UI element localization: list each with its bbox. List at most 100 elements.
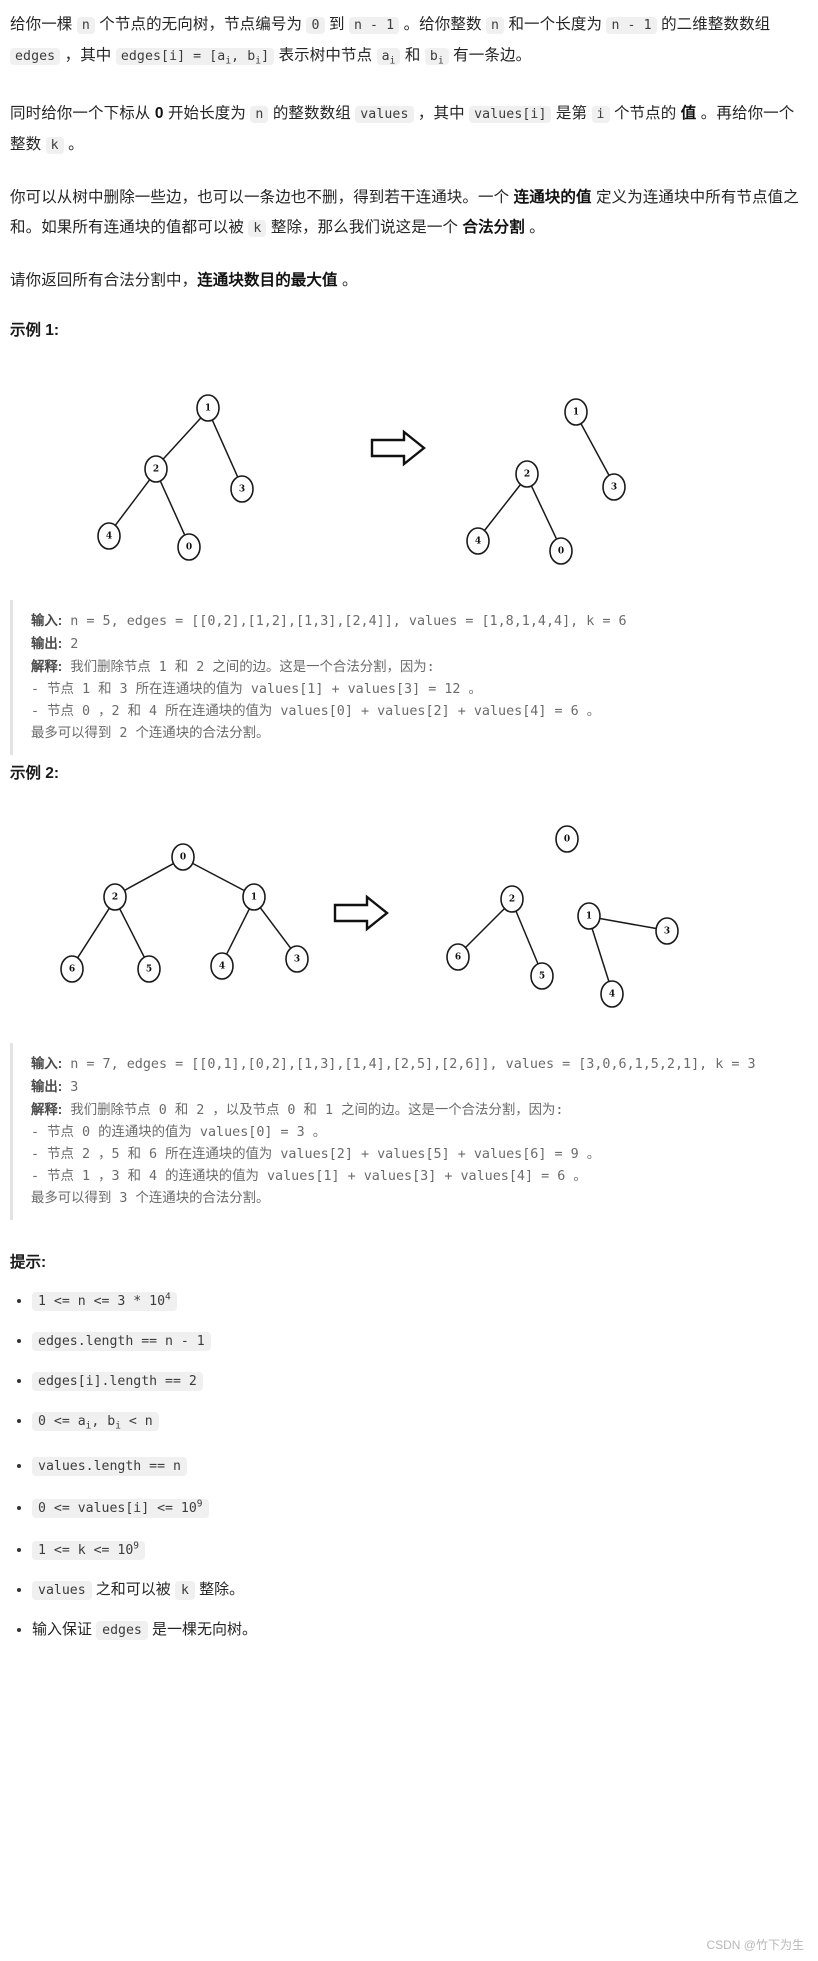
right-arrow-icon [370,429,426,467]
example-figure: 1 2 3 4 0 1 3 2 4 0 [10,354,802,584]
tree-node-label: 3 [611,482,617,492]
tree-edge [515,910,539,964]
example-explanation-line-value: - 节点 1 和 3 所在连通块的值为 values[1] + values[3… [31,681,482,697]
example-explanation-value: 我们删除节点 1 和 2 之间的边。这是一个合法分割，因为: [62,659,435,675]
text-run: 表示树中节点 [274,47,377,64]
inline-code: values[i] [469,105,552,123]
inline-code: edges[i] = [ai, bi] [115,48,275,67]
inline-code: edges [10,48,61,65]
problem-page: 给你一棵 n 个节点的无向树，节点编号为 0 到 n - 1 。给你整数 n 和… [0,0,818,1667]
inline-code: edges[i].length == 2 [32,1372,203,1392]
tree-after: 0 2 6 5 1 3 4 [446,824,679,1008]
tree-node-label: 1 [586,911,592,921]
hint-item: values 之和可以被 k 整除。 [32,1577,802,1603]
text-run: 输入保证 [32,1621,97,1639]
tree-node-label: 2 [153,464,159,474]
example-explanation-line: 最多可以得到 2 个连通块的合法分割。 [31,723,802,745]
example-title: 示例 2: [10,764,60,782]
tree-node-label: 2 [509,894,515,904]
tree-edge [162,417,202,460]
emphasis-text: 连通块的值 [513,188,592,206]
example-explanation-line: - 节点 2 ，5 和 6 所在连通块的值为 values[2] + value… [31,1144,802,1166]
example-output: 输出: 3 [31,1076,802,1099]
tree-node-label: 4 [106,531,112,541]
inline-code: values [355,105,414,123]
example-explanation-line-value: - 节点 0 的连通块的值为 values[0] = 3 。 [31,1124,327,1140]
problem-description: 给你一棵 n 个节点的无向树，节点编号为 0 到 n - 1 。给你整数 n 和… [10,10,802,296]
example-explanation-label: 解释: [31,658,63,674]
example-input-value: n = 7, edges = [[0,1],[0,2],[1,3],[1,4],… [62,1056,756,1072]
hints-title: 提示: [10,1253,47,1271]
example-title: 示例 1: [10,321,60,339]
tree-edge [159,480,186,535]
description-paragraph: 请你返回所有合法分割中，连通块数目的最大值 。 [10,266,802,296]
text-run: 你可以从树中删除一些边，也可以一条边也不删，得到若干连通块。一个 [10,188,514,206]
tree-edge [114,478,151,526]
emphasis-text: 合法分割 [462,218,525,236]
tree-edge [259,906,292,949]
text-run: 个节点的 [609,104,681,122]
tree-node-label: 3 [239,484,245,494]
text-run: 有一条边。 [448,47,532,64]
tree-before: 0 2 1 6 5 4 3 [60,842,309,983]
tree-diagram: 1 2 3 4 0 1 3 2 4 0 [97,393,626,565]
inline-code: edges.length == n - 1 [32,1332,211,1352]
text-run: 是一棵无向树。 [147,1621,258,1639]
transform-arrow [333,894,389,932]
tree-node-label: 0 [186,542,192,552]
tree-node-label: 6 [455,952,461,962]
emphasis-text: 连通块数目的最大值 [197,271,338,289]
hints-list: 1 <= n <= 3 * 104 edges.length == n - 1 ed… [10,1286,802,1644]
inline-code: i [591,105,610,123]
hint-item: 输入保证 edges 是一棵无向树。 [32,1617,802,1643]
inline-code: n [76,17,95,34]
inline-code: 1 <= k <= 109 [32,1541,146,1561]
exponent: 9 [133,1541,140,1553]
example-explanation-line: - 节点 0 的连通块的值为 values[0] = 3 。 [31,1122,802,1144]
inline-code: k [45,136,64,154]
example-explanation-line: - 节点 1 和 3 所在连通块的值为 values[1] + values[3… [31,679,802,701]
tree-after: 1 3 2 4 0 [466,397,626,565]
text-run: 整除，那么我们说这是一个 [266,218,463,236]
text-run: ，其中 [413,104,470,122]
inline-code: edges [96,1621,148,1641]
tree-node-label: 1 [573,407,579,417]
tree-node-label: 0 [558,546,564,556]
exponent: 9 [196,1498,203,1510]
inline-code: bi [424,48,449,67]
text-run: 的整数数组 [268,104,356,122]
inline-code: values [32,1581,92,1601]
tree-diagram: 0 2 1 6 5 4 3 0 2 6 5 1 3 4 [60,824,679,1008]
tree-edge [530,485,558,540]
example-input-value: n = 5, edges = [[0,2],[1,2],[1,3],[2,4]]… [62,613,627,629]
example-explanation-line: - 节点 1 ，3 和 4 的连通块的值为 values[1] + values… [31,1166,802,1188]
hint-item: 1 <= n <= 3 * 104 [32,1286,802,1314]
text-run: 和 [400,47,425,64]
examples-root: 示例 1: 1 2 3 4 0 1 3 2 4 0 输入: n = 5, edges = [[0,2]… [10,318,802,1220]
example-explanation-value: 我们删除节点 0 和 2 ，以及节点 0 和 1 之间的边。这是一个合法分割，因… [62,1102,564,1118]
example-explanation: 解释: 我们删除节点 1 和 2 之间的边。这是一个合法分割，因为: [31,656,802,679]
exponent: 4 [165,1291,171,1303]
text-run: 到 [324,16,349,33]
example-input: 输入: n = 5, edges = [[0,2],[1,2],[1,3],[2… [31,610,802,633]
text-run: ，其中 [60,47,116,64]
example-explanation-line-value: - 节点 2 ，5 和 6 所在连通块的值为 values[2] + value… [31,1146,601,1162]
tree-edge [119,908,145,958]
example-output: 输出: 2 [31,633,802,656]
hint-item: 0 <= values[i] <= 109 [32,1493,802,1521]
inline-code: 1 <= n <= 3 * 104 [32,1291,177,1312]
emphasis-text: 0 [154,104,164,122]
tree-edge [211,419,239,477]
tree-before: 1 2 3 4 0 [97,393,254,561]
tree-node-label: 5 [539,971,545,981]
tree-node-label: 4 [219,961,225,971]
tree-edge [77,907,110,958]
example-output-label: 输出: [31,635,63,651]
text-run: 整除。 [194,1581,245,1599]
text-run: 给你一棵 [10,16,77,33]
example-output-value: 2 [62,636,79,652]
example-explanation-line-value: 最多可以得到 2 个连通块的合法分割。 [31,725,270,741]
tree-edge [580,422,610,476]
text-run: 的二维整数数组 [656,16,771,33]
hint-item: 1 <= k <= 109 [32,1535,802,1563]
